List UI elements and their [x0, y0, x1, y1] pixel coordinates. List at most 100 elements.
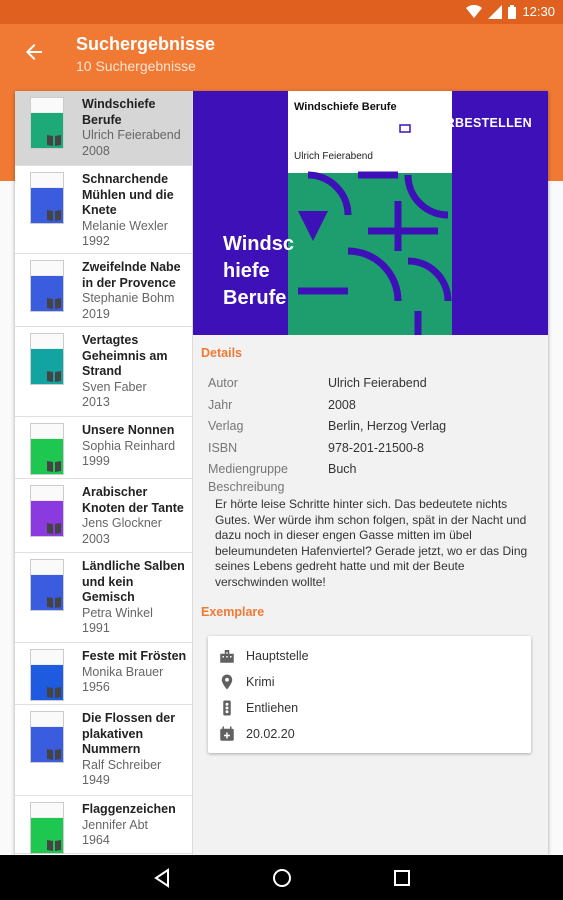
- details-heading: Details: [201, 346, 242, 360]
- clock: 12:30: [522, 4, 555, 19]
- result-year: 1964: [82, 833, 110, 847]
- result-title: Zweifelnde Nabe in der Provence: [82, 260, 181, 290]
- result-title: Schnarchende Mühlen und die Knete: [82, 172, 174, 217]
- detail-row: Verlag Berlin, Herzog Verlag: [208, 416, 538, 438]
- result-author: Jennifer Abt: [82, 817, 149, 832]
- cover-header: Windschiefe Berufe Ulrich Feierabend Win…: [193, 91, 548, 335]
- results-list: Windschiefe Berufe Ulrich Feierabend 2008 S…: [15, 91, 193, 855]
- detail-value: Buch: [328, 462, 357, 476]
- result-author: Jens Glockner: [82, 516, 162, 530]
- detail-key: Mediengruppe: [208, 462, 288, 476]
- details-list: Autor Ulrich Feierabend Jahr 2008 Verlag Berl…: [208, 373, 538, 481]
- result-author: Sven Faber: [82, 379, 147, 394]
- cover-overlay-title: Windsc hiefe Berufe: [223, 233, 294, 309]
- location-pin-icon: [221, 674, 233, 690]
- detail-row: Jahr 2008: [208, 395, 538, 417]
- detail-row: Mediengruppe Buch: [208, 459, 538, 481]
- result-year: 1992: [82, 234, 110, 248]
- book-thumbnail: [30, 485, 64, 537]
- result-item[interactable]: Zweifelnde Nabe in der Provence Stephanie…: [15, 254, 192, 327]
- share-icon[interactable]: [303, 111, 327, 135]
- page-title: Suchergebnisse: [76, 34, 216, 54]
- traffic-light-icon: [223, 700, 231, 716]
- result-item[interactable]: Schnarchende Mühlen und die Knete Melanie…: [15, 166, 192, 254]
- book-icon: [47, 687, 61, 698]
- result-author: Petra Winkel: [82, 605, 153, 620]
- result-title: Windschiefe Berufe: [82, 97, 156, 127]
- back-arrow-icon[interactable]: [22, 40, 46, 64]
- result-author: Ralf Schreiber: [82, 757, 162, 772]
- result-title: Unsere Nonnen: [82, 423, 175, 437]
- detail-value: 978-201-21500-8: [328, 440, 424, 455]
- copy-date-row: 20.02.20: [218, 721, 295, 747]
- book-thumbnail: [30, 260, 64, 312]
- copy-return-date: 20.02.20: [246, 727, 295, 741]
- book-thumbnail: [30, 559, 64, 611]
- result-item[interactable]: Unsere Nonnen Sophia Reinhard 1999: [15, 417, 192, 479]
- detail-value: Ulrich Feierabend: [328, 376, 427, 390]
- book-icon: [47, 597, 61, 608]
- book-thumbnail: [30, 649, 64, 701]
- detail-panel: Windschiefe Berufe Ulrich Feierabend Win…: [193, 91, 548, 855]
- nav-back-icon[interactable]: [150, 866, 174, 890]
- result-item[interactable]: Ländliche Salben und kein Gemisch Petra W…: [15, 553, 192, 643]
- result-author: Stephanie Bohm: [82, 291, 175, 305]
- detail-value: Berlin, Herzog Verlag: [328, 419, 447, 433]
- star-icon[interactable]: [348, 111, 372, 135]
- system-nav-bar: [0, 855, 563, 900]
- book-icon: [47, 371, 61, 382]
- detail-value: 2008: [328, 397, 356, 412]
- book-icon: [47, 523, 61, 534]
- book-icon: [47, 840, 61, 851]
- result-item[interactable]: Vertagtes Geheimnis am Strand Sven Faber 2…: [15, 327, 192, 417]
- description-label: Beschreibung: [208, 480, 285, 494]
- result-item[interactable]: Arabischer Knoten der Tante Jens Glockner…: [15, 479, 192, 553]
- result-title: Ländliche Salben und kein Gemisch: [82, 559, 185, 604]
- copy-card[interactable]: Hauptstelle Krimi Entliehen 20.02.20: [208, 636, 531, 753]
- book-thumbnail: [30, 802, 64, 854]
- detail-row: ISBN 978-201-21500-8: [208, 438, 538, 460]
- copies-heading: Exemplare: [201, 605, 265, 619]
- book-thumbnail: [30, 333, 64, 385]
- nav-recents-icon[interactable]: [390, 866, 414, 890]
- result-author: Sophia Reinhard: [82, 438, 176, 453]
- detail-key: Verlag: [208, 419, 244, 433]
- book-icon: [47, 210, 61, 221]
- result-year: 1991: [82, 621, 110, 635]
- result-title: Arabischer Knoten der Tante: [82, 485, 184, 515]
- battery-icon: [508, 4, 517, 19]
- copy-location: Krimi: [246, 675, 275, 689]
- copy-status-row: Entliehen: [218, 695, 298, 721]
- status-bar: 12:30: [0, 0, 563, 24]
- building-icon: [220, 650, 234, 663]
- calendar-icon: [220, 726, 234, 741]
- result-author: Melanie Wexler: [82, 218, 168, 233]
- result-year: 1956: [82, 680, 110, 694]
- page-subtitle: 10 Suchergebnisse: [76, 58, 196, 74]
- detail-row: Autor Ulrich Feierabend: [208, 373, 538, 395]
- detail-key: Jahr: [208, 397, 233, 412]
- result-author: Ulrich Feierabend: [82, 128, 181, 142]
- result-title: Die Flossen der plakativen Nummern: [82, 711, 176, 756]
- result-item[interactable]: Flaggenzeichen Jennifer Abt 1964: [15, 796, 192, 854]
- result-year: 2019: [82, 306, 110, 321]
- detail-key: ISBN: [208, 440, 238, 455]
- result-year: 1949: [82, 773, 110, 787]
- book-icon: [47, 298, 61, 309]
- book-icon: [47, 135, 61, 146]
- copy-status: Entliehen: [246, 701, 299, 715]
- result-title: Feste mit Frösten: [82, 649, 187, 663]
- result-item[interactable]: Feste mit Frösten Monika Brauer 1956: [15, 643, 192, 705]
- result-item[interactable]: Die Flossen der plakativen Nummern Ralf S…: [15, 705, 192, 796]
- print-icon[interactable]: [393, 111, 417, 135]
- result-item[interactable]: Windschiefe Berufe Ulrich Feierabend 2008: [15, 91, 192, 166]
- result-year: 2013: [82, 395, 110, 409]
- nav-home-icon[interactable]: [270, 866, 294, 890]
- reserve-button[interactable]: VORBESTELLEN: [427, 116, 532, 130]
- description-text: Er hörte leise Schritte hinter sich. Das…: [215, 497, 528, 589]
- result-author: Monika Brauer: [82, 664, 164, 679]
- detail-key: Autor: [208, 376, 238, 390]
- cell-signal-icon: [488, 4, 503, 19]
- copy-branch-row: Hauptstelle: [218, 643, 309, 669]
- result-title: Flaggenzeichen: [82, 802, 176, 816]
